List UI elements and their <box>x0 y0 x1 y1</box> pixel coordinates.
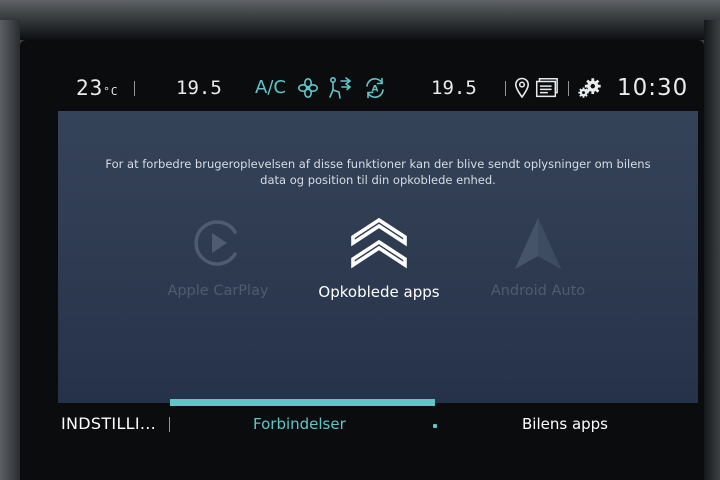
fan-icon[interactable] <box>295 74 321 102</box>
ac-button[interactable]: A/C <box>255 74 286 102</box>
active-tab-indicator <box>170 399 435 406</box>
nav-separator <box>169 417 170 432</box>
clock: 10:30 <box>617 75 689 101</box>
left-zone-temperature[interactable]: 19.5 <box>176 74 222 102</box>
page-dot <box>433 424 437 428</box>
svg-text:A: A <box>372 85 379 95</box>
outside-temp-unit: °C <box>103 85 119 98</box>
outside-temp-value: 23 <box>76 76 104 100</box>
privacy-info-text: For at forbedre brugeroplevelsen af diss… <box>58 156 698 188</box>
screen-bezel-top <box>0 0 720 40</box>
navigation-pin-icon[interactable] <box>509 74 535 102</box>
android-auto-button[interactable]: Android Auto <box>438 213 638 299</box>
right-zone-temperature[interactable]: 19.5 <box>431 74 477 102</box>
tab-connections[interactable]: Forbindelser <box>253 414 346 434</box>
status-separator <box>505 81 506 96</box>
privacy-info-line: data og position til din opkoblede enhed… <box>260 173 496 187</box>
connected-apps-panel: For at forbedre brugeroplevelsen af diss… <box>58 111 698 403</box>
outside-temperature: 23°C <box>76 74 119 106</box>
status-separator <box>568 81 569 96</box>
messages-icon[interactable] <box>533 74 559 102</box>
screen-bezel-left <box>0 20 20 480</box>
infotainment-screen: 23°C 19.5 A/C A 19.5 10:30 For at forbed… <box>20 40 704 480</box>
status-separator <box>134 81 135 96</box>
tab-settings[interactable]: INDSTILLI... <box>61 414 156 434</box>
android-auto-arrow-icon <box>438 213 638 273</box>
screen-bezel-right <box>704 20 720 480</box>
status-bar: 23°C 19.5 A/C A 19.5 10:30 <box>20 68 704 108</box>
air-distribution-icon[interactable] <box>327 74 353 102</box>
settings-icon[interactable] <box>577 74 603 102</box>
tab-vehicle-apps[interactable]: Bilens apps <box>522 414 608 434</box>
android-auto-label: Android Auto <box>490 283 586 299</box>
bottom-navigation: INDSTILLI... Forbindelser Bilens apps <box>20 408 704 448</box>
privacy-info-line: For at forbedre brugeroplevelsen af diss… <box>105 157 651 171</box>
auto-recirculation-icon[interactable]: A <box>362 74 388 102</box>
